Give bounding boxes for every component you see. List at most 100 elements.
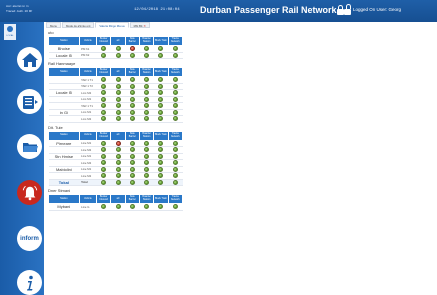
status-ok-icon[interactable] [158,153,164,159]
status-ok-icon[interactable] [144,90,150,96]
status-ok-icon[interactable] [129,147,135,153]
tab-1[interactable]: Mode de aSmte ent [62,22,95,28]
status-ok-icon[interactable] [101,77,107,83]
status-ok-icon[interactable] [101,90,107,96]
status-ok-icon[interactable] [172,46,178,52]
status-ok-icon[interactable] [172,160,178,166]
status-ok-icon[interactable] [101,147,107,153]
status-ok-icon[interactable] [115,52,121,58]
status-ok-icon[interactable] [144,96,150,102]
status-ok-icon[interactable] [172,179,178,185]
status-ok-icon[interactable] [158,96,164,102]
status-ok-icon[interactable] [144,160,150,166]
status-ok-icon[interactable] [172,173,178,179]
status-ok-icon[interactable] [115,83,121,89]
status-ok-icon[interactable] [158,179,164,185]
status-ok-icon[interactable] [129,52,135,58]
status-ok-icon[interactable] [172,52,178,58]
status-ok-icon[interactable] [158,173,164,179]
home-button[interactable] [17,47,42,72]
status-ok-icon[interactable] [115,166,121,172]
status-ok-icon[interactable] [144,166,150,172]
status-ok-icon[interactable] [144,109,150,115]
status-ok-icon[interactable] [129,153,135,159]
status-ok-icon[interactable] [129,83,135,89]
close-tab-icon[interactable]: ✕ [143,24,145,28]
status-ok-icon[interactable] [172,83,178,89]
status-ok-icon[interactable] [101,96,107,102]
status-ok-icon[interactable] [101,160,107,166]
status-ok-icon[interactable] [115,90,121,96]
status-ok-icon[interactable] [158,90,164,96]
status-ok-icon[interactable] [172,140,178,146]
status-ok-icon[interactable] [115,116,121,122]
status-ok-icon[interactable] [158,103,164,109]
status-ok-icon[interactable] [172,109,178,115]
status-ok-icon[interactable] [172,96,178,102]
station-overview-button[interactable] [17,89,42,114]
status-ok-icon[interactable] [158,204,164,210]
status-ok-icon[interactable] [144,140,150,146]
files-button[interactable] [17,134,42,159]
status-ok-icon[interactable] [129,103,135,109]
status-ok-icon[interactable] [101,109,107,115]
status-ok-icon[interactable] [129,179,135,185]
status-ok-icon[interactable] [144,153,150,159]
status-ok-icon[interactable] [129,77,135,83]
alarm-button[interactable] [17,180,42,205]
status-ok-icon[interactable] [129,204,135,210]
status-ok-icon[interactable] [101,204,107,210]
status-ok-icon[interactable] [144,103,150,109]
status-ok-icon[interactable] [158,46,164,52]
status-ok-icon[interactable] [129,90,135,96]
status-ok-icon[interactable] [115,173,121,179]
tab-2[interactable]: Valeria Ringo Ma ua [95,22,129,28]
status-ok-icon[interactable] [129,109,135,115]
status-ok-icon[interactable] [129,140,135,146]
status-ok-icon[interactable] [129,116,135,122]
status-ok-icon[interactable] [115,179,121,185]
table-row[interactable]: Stn Hmise Line M1 [48,153,183,160]
status-ok-icon[interactable] [158,109,164,115]
status-ok-icon[interactable] [115,77,121,83]
table-row[interactable]: Locale l5 PM 62 [48,52,183,59]
status-ok-icon[interactable] [144,204,150,210]
status-ok-icon[interactable] [115,103,121,109]
table-row[interactable]: Mybani Line G [48,203,183,211]
status-ok-icon[interactable] [115,153,121,159]
table-row[interactable]: Tokal Total [48,179,183,186]
status-ok-icon[interactable] [101,46,107,52]
table-row[interactable]: Bhoise PM 61 [48,45,183,53]
status-ok-icon[interactable] [144,173,150,179]
status-ok-icon[interactable] [115,46,121,52]
status-ok-icon[interactable] [172,77,178,83]
status-ok-icon[interactable] [101,153,107,159]
status-ok-icon[interactable] [115,147,121,153]
status-ok-icon[interactable] [158,77,164,83]
status-ok-icon[interactable] [101,52,107,58]
status-ok-icon[interactable] [129,160,135,166]
status-ok-icon[interactable] [129,166,135,172]
table-row[interactable]: Locale l5 Lms M2 [48,89,183,97]
status-ok-icon[interactable] [172,166,178,172]
status-fault-icon[interactable] [129,46,135,52]
status-ok-icon[interactable] [144,46,150,52]
status-ok-icon[interactable] [158,160,164,166]
status-ok-icon[interactable] [172,153,178,159]
status-ok-icon[interactable] [115,109,121,115]
status-ok-icon[interactable] [158,116,164,122]
status-ok-icon[interactable] [101,140,107,146]
lock-icon[interactable] [337,5,344,15]
status-ok-icon[interactable] [144,179,150,185]
status-ok-icon[interactable] [144,147,150,153]
status-ok-icon[interactable] [172,147,178,153]
status-ok-icon[interactable] [144,77,150,83]
status-ok-icon[interactable] [101,179,107,185]
status-ok-icon[interactable] [172,204,178,210]
status-ok-icon[interactable] [172,90,178,96]
status-ok-icon[interactable] [101,116,107,122]
tab-3[interactable]: Mbt Btt✕ [129,22,150,28]
status-ok-icon[interactable] [115,96,121,102]
status-ok-icon[interactable] [101,83,107,89]
status-ok-icon[interactable] [158,140,164,146]
